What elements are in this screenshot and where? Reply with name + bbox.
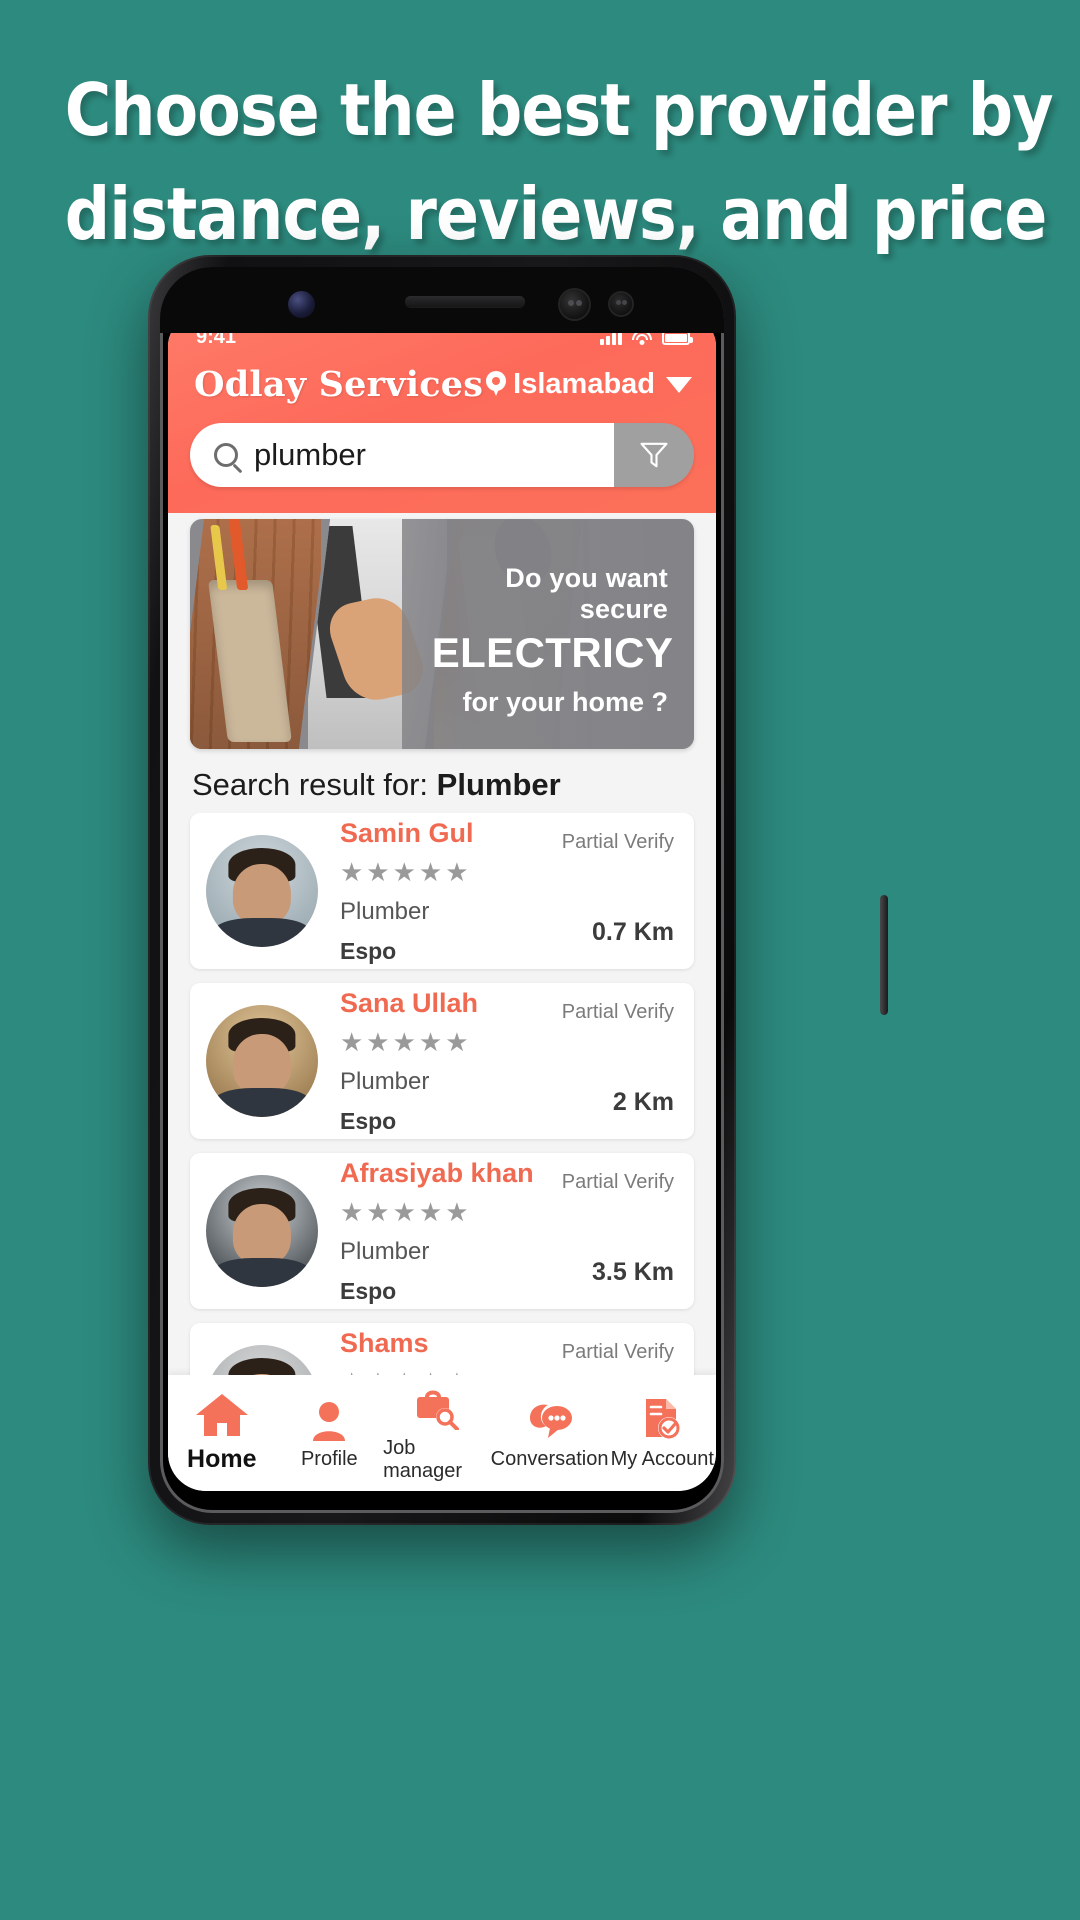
search-result-query: Plumber <box>436 767 561 802</box>
provider-meta: Partial Verify 2 Km <box>562 983 674 1139</box>
banner-line-1: Do you want secure <box>505 563 668 624</box>
search-result-heading: Search result for: Plumber <box>168 749 716 813</box>
location-label: Islamabad <box>513 368 655 400</box>
provider-card[interactable]: Shams ★★★★★ Plumber, Carpenter Espo Part… <box>190 1323 694 1375</box>
battery-icon <box>662 331 693 345</box>
earpiece-speaker <box>405 296 525 307</box>
banner-text-block: Do you want secure ELECTRICY for your ho… <box>401 519 694 749</box>
banner-line-2: ELECTRICY <box>431 629 674 676</box>
front-camera-icon <box>288 291 315 318</box>
status-badge: Partial Verify <box>561 1341 674 1363</box>
promo-headline: Choose the best provider by distance, re… <box>64 58 1054 266</box>
provider-meta: Partial Verify 5 Km <box>562 1323 674 1375</box>
nav-item-home-label: Home <box>187 1445 257 1473</box>
app-title-row: Odlay Services Islamabad <box>168 358 716 405</box>
app-header: 9:41 Odlay Services Islamabad plumber <box>168 316 716 513</box>
nav-item-job-manager[interactable]: Job manager <box>383 1384 491 1483</box>
briefcase-search-icon <box>414 1384 460 1430</box>
search-input-value: plumber <box>254 437 366 472</box>
nav-item-profile-label: Profile <box>300 1448 358 1470</box>
avatar <box>206 1005 318 1117</box>
app-screen: 9:41 Odlay Services Islamabad plumber Do… <box>168 316 716 1491</box>
provider-card[interactable]: Sana Ullah ★★★★★ Plumber Espo Partial Ve… <box>190 983 694 1139</box>
promo-banner[interactable]: Do you want secure ELECTRICY for your ho… <box>190 519 694 749</box>
search-icon <box>214 443 238 467</box>
avatar <box>206 835 318 947</box>
chevron-down-icon <box>666 376 692 393</box>
location-pin-icon <box>486 370 507 399</box>
provider-distance: 2 Km <box>612 1088 674 1116</box>
location-selector[interactable]: Islamabad <box>486 368 692 401</box>
search-input[interactable]: plumber <box>190 423 614 487</box>
status-badge: Partial Verify <box>561 1171 674 1193</box>
status-badge: Partial Verify <box>561 1001 674 1023</box>
nav-item-job-manager-label: Job manager <box>383 1436 463 1482</box>
iris-sensor-icon <box>560 290 589 319</box>
provider-card[interactable]: Samin Gul ★★★★★ Plumber Espo Partial Ver… <box>190 813 694 969</box>
bottom-navigation: Home Profile Job manager Conversation My… <box>168 1375 716 1491</box>
provider-meta: Partial Verify 0.7 Km <box>562 813 674 969</box>
search-bar: plumber <box>190 423 694 487</box>
nav-item-conversation-label: Conversation <box>490 1448 609 1470</box>
provider-distance: 0.7 Km <box>592 918 674 946</box>
avatar <box>206 1345 318 1375</box>
filter-funnel-icon <box>640 442 668 468</box>
nav-item-profile[interactable]: Profile <box>276 1395 384 1471</box>
proximity-sensor-icon <box>610 293 632 315</box>
nav-item-conversation[interactable]: Conversation <box>490 1395 609 1471</box>
power-button <box>880 895 888 1015</box>
nav-item-my-account-label: My Account <box>610 1448 714 1470</box>
phone-mockup: 9:41 Odlay Services Islamabad plumber Do… <box>148 255 888 1525</box>
avatar <box>206 1175 318 1287</box>
nav-item-home[interactable]: Home <box>168 1392 276 1474</box>
person-icon <box>312 1395 346 1441</box>
chat-bubbles-icon <box>526 1395 574 1441</box>
home-icon <box>194 1392 250 1438</box>
account-document-icon <box>642 1395 682 1441</box>
page-title: Odlay Services <box>194 364 484 405</box>
provider-list[interactable]: Samin Gul ★★★★★ Plumber Espo Partial Ver… <box>168 813 716 1375</box>
nav-item-my-account[interactable]: My Account <box>608 1395 716 1471</box>
provider-card[interactable]: Afrasiyab khan ★★★★★ Plumber Espo Partia… <box>190 1153 694 1309</box>
banner-line-3: for your home ? <box>462 687 668 717</box>
phone-screen-bezel: 9:41 Odlay Services Islamabad plumber Do… <box>160 267 724 1513</box>
promo-headline-line-2: distance, reviews, and price <box>64 172 1048 256</box>
search-result-prefix: Search result for: <box>192 767 437 802</box>
provider-distance: 3.5 Km <box>592 1258 674 1286</box>
promo-headline-line-1: Choose the best provider by <box>64 68 1054 152</box>
status-badge: Partial Verify <box>561 831 674 853</box>
provider-meta: Partial Verify 3.5 Km <box>562 1153 674 1309</box>
filter-button[interactable] <box>614 423 694 487</box>
